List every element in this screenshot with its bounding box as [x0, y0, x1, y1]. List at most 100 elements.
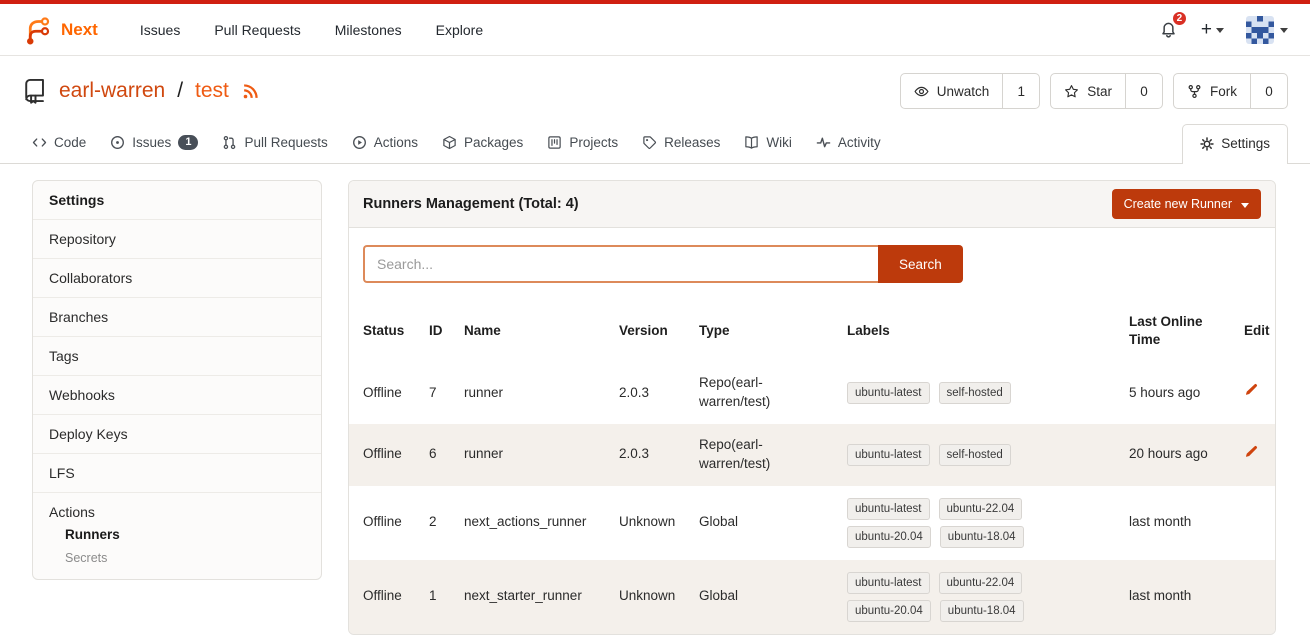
tab-label: Projects [569, 135, 618, 150]
tab-wiki[interactable]: Wiki [734, 124, 802, 163]
sidebar-item-repository[interactable]: Repository [33, 220, 321, 259]
runner-row: Offline 2 next_actions_runner Unknown Gl… [349, 486, 1275, 560]
project-board-icon [547, 135, 562, 150]
code-icon [32, 135, 47, 150]
create-runner-button[interactable]: Create new Runner [1112, 189, 1261, 219]
col-edit: Edit [1236, 299, 1275, 362]
star-button[interactable]: Star [1051, 74, 1126, 108]
tab-label: Issues [132, 135, 171, 150]
runner-version: Unknown [611, 560, 691, 634]
nav-milestones-link[interactable]: Milestones [335, 22, 402, 38]
sidebar-item-tags[interactable]: Tags [33, 337, 321, 376]
tab-label: Actions [374, 135, 418, 150]
edit-runner-button[interactable] [1244, 445, 1258, 459]
nav-pull-requests-link[interactable]: Pull Requests [214, 22, 300, 38]
col-last-online: Last Online Time [1121, 299, 1236, 362]
tab-pull-requests[interactable]: Pull Requests [212, 124, 337, 163]
label-badge: ubuntu-20.04 [847, 600, 931, 622]
runner-name: runner [456, 424, 611, 486]
unwatch-label: Unwatch [937, 84, 990, 99]
tab-settings[interactable]: Settings [1182, 124, 1288, 164]
settings-sidebar: Settings Repository Collaborators Branch… [32, 180, 322, 580]
label-badge: ubuntu-18.04 [940, 600, 1024, 622]
runner-name: next_actions_runner [456, 486, 611, 560]
tab-releases[interactable]: Releases [632, 124, 730, 163]
tab-issues[interactable]: Issues 1 [100, 124, 208, 163]
sidebar-item-secrets[interactable]: Secrets [49, 544, 305, 567]
sidebar-item-lfs[interactable]: LFS [33, 454, 321, 493]
tab-packages[interactable]: Packages [432, 124, 533, 163]
tab-label: Releases [664, 135, 720, 150]
runner-id: 2 [421, 486, 456, 560]
runner-version: 2.0.3 [611, 424, 691, 486]
tab-label: Packages [464, 135, 523, 150]
fork-button[interactable]: Fork [1174, 74, 1251, 108]
repo-name-link[interactable]: test [195, 79, 229, 103]
sidebar-item-runners[interactable]: Runners [49, 520, 305, 544]
col-type: Type [691, 299, 839, 362]
forgejo-logo-icon [22, 15, 52, 45]
pulse-icon [816, 135, 831, 150]
tab-actions[interactable]: Actions [342, 124, 428, 163]
runner-type: Global [691, 486, 839, 560]
tab-label: Activity [838, 135, 881, 150]
sidebar-item-webhooks[interactable]: Webhooks [33, 376, 321, 415]
brand-home-link[interactable]: Next [22, 15, 98, 45]
fork-button-group: Fork 0 [1173, 73, 1288, 109]
tab-label: Wiki [766, 135, 792, 150]
runner-name: runner [456, 362, 611, 424]
brand-label: Next [61, 20, 98, 40]
runner-last-online: 5 hours ago [1121, 362, 1236, 424]
runner-edit-cell [1236, 362, 1275, 424]
tab-activity[interactable]: Activity [806, 124, 891, 163]
runner-status: Offline [349, 362, 421, 424]
runner-version: 2.0.3 [611, 362, 691, 424]
create-new-menu-button[interactable]: + [1201, 20, 1224, 39]
tab-label: Settings [1221, 136, 1270, 151]
label-badge: self-hosted [939, 382, 1011, 404]
label-badge: ubuntu-latest [847, 498, 930, 520]
repo-owner-link[interactable]: earl-warren [59, 79, 165, 103]
nav-explore-link[interactable]: Explore [436, 22, 483, 38]
sidebar-item-collaborators[interactable]: Collaborators [33, 259, 321, 298]
tab-projects[interactable]: Projects [537, 124, 628, 163]
label-badge: ubuntu-latest [847, 572, 930, 594]
runner-status: Offline [349, 424, 421, 486]
col-status: Status [349, 299, 421, 362]
user-menu-button[interactable] [1246, 16, 1288, 44]
runners-panel: Runners Management (Total: 4) Create new… [348, 180, 1276, 635]
fork-icon [1187, 84, 1202, 99]
search-button[interactable]: Search [878, 245, 963, 283]
stars-count[interactable]: 0 [1126, 74, 1162, 108]
runner-edit-cell [1236, 560, 1275, 634]
navbar-right: 2 + [1158, 16, 1288, 44]
label-badge: self-hosted [939, 444, 1011, 466]
eye-icon [914, 84, 929, 99]
watchers-count[interactable]: 1 [1003, 74, 1039, 108]
runner-labels: ubuntu-latest self-hosted [839, 424, 1121, 486]
tab-label: Code [54, 135, 86, 150]
rss-feed-icon[interactable] [242, 83, 259, 100]
unwatch-button[interactable]: Unwatch [901, 74, 1004, 108]
issue-icon [110, 135, 125, 150]
nav-issues-link[interactable]: Issues [140, 22, 180, 38]
forks-count[interactable]: 0 [1251, 74, 1287, 108]
avatar [1246, 16, 1274, 44]
edit-runner-button[interactable] [1244, 383, 1258, 397]
label-badge: ubuntu-18.04 [940, 526, 1024, 548]
tab-code[interactable]: Code [22, 124, 96, 163]
sidebar-item-branches[interactable]: Branches [33, 298, 321, 337]
runner-row: Offline 7 runner 2.0.3 Repo(earl-warren/… [349, 362, 1275, 424]
runner-last-online: last month [1121, 560, 1236, 634]
runner-last-online: last month [1121, 486, 1236, 560]
repo-tabbar: Code Issues 1 Pull Requests [0, 124, 1310, 164]
pull-request-icon [222, 135, 237, 150]
gear-icon [1200, 137, 1214, 151]
search-input[interactable] [363, 245, 878, 283]
sidebar-item-actions[interactable]: Actions [49, 504, 305, 520]
sidebar-item-deploy-keys[interactable]: Deploy Keys [33, 415, 321, 454]
notifications-button[interactable]: 2 [1158, 19, 1179, 40]
issues-count-badge: 1 [178, 135, 198, 150]
runner-edit-cell [1236, 486, 1275, 560]
runner-row: Offline 6 runner 2.0.3 Repo(earl-warren/… [349, 424, 1275, 486]
